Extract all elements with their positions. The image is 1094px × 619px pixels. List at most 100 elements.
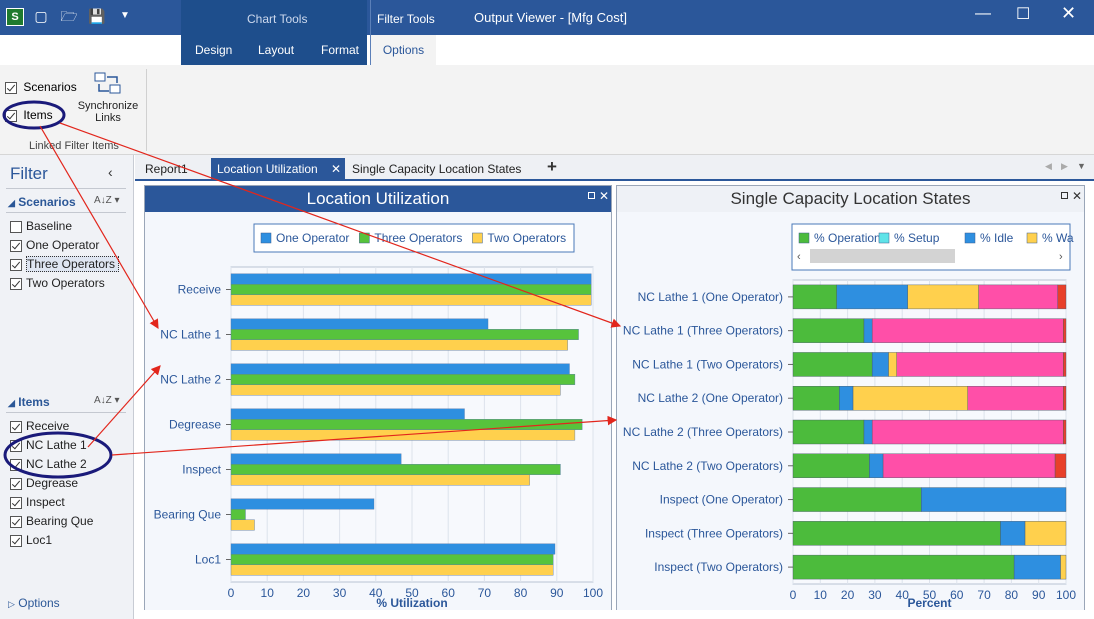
legend-label: Two Operators (487, 231, 566, 245)
customize-icon[interactable]: ▼ (116, 7, 134, 25)
y-tick-label: Inspect (Two Operators) (654, 560, 783, 574)
filter-item-5[interactable]: Bearing Que (10, 514, 93, 528)
x-tick-label: 80 (514, 586, 528, 600)
tabs-dropdown-icon[interactable]: ▼ (1077, 161, 1086, 171)
items-checkbox[interactable]: Items (5, 108, 53, 122)
filter-item-0[interactable]: Receive (10, 419, 69, 433)
scenarios-section-title: Scenarios (18, 195, 76, 209)
y-tick-label: Receive (178, 283, 222, 297)
maximize-button[interactable]: ☐ (1016, 4, 1030, 24)
stacked-bar-blocked (967, 386, 1064, 411)
checkbox-icon (10, 496, 22, 509)
items-check-icon (5, 109, 17, 122)
legend-label: % Operation (814, 231, 881, 245)
tab-options[interactable]: Options (371, 35, 436, 66)
tab-file[interactable]: File (20, 43, 39, 57)
synchronize-links-button[interactable]: Synchronize Links (76, 71, 140, 124)
bar-two-operators (230, 294, 592, 306)
filter-item-label: NC Lathe 2 (26, 457, 87, 471)
collapse-arrow-icon: ◢ (8, 398, 15, 408)
scenario-item-1[interactable]: One Operator (10, 238, 99, 252)
scenarios-section[interactable]: ◢ Scenarios (8, 195, 76, 209)
filter-item-3[interactable]: Degrease (10, 476, 78, 490)
bar-three-operators (230, 419, 583, 430)
legend-swatch (472, 232, 483, 244)
tab-report1[interactable]: Report1 (139, 158, 194, 181)
filter-item-label: Receive (26, 419, 70, 433)
y-tick-label: NC Lathe 1 (160, 328, 221, 342)
items-section-title: Items (18, 395, 50, 409)
collapse-panel-icon[interactable]: ‹ (108, 164, 113, 180)
bar-one-operator (230, 498, 375, 510)
stacked-bar-operation (792, 554, 1015, 580)
open-icon[interactable]: 🗁 (60, 7, 78, 25)
scroll-tabs-left-icon[interactable]: ◀ (1045, 161, 1052, 172)
tab-single-capacity-location-states[interactable]: Single Capacity Location States (346, 158, 527, 181)
location-states-panel: Single Capacity Location States ✕ % Oper… (616, 185, 1085, 610)
location-states-title: Single Capacity Location States (617, 186, 1084, 212)
scroll-tabs-right-icon[interactable]: ▶ (1061, 161, 1068, 172)
stacked-bar-down (1057, 284, 1067, 310)
stacked-bar-idle (1000, 521, 1026, 546)
x-tick-label: 70 (977, 588, 991, 602)
checkbox-icon (10, 258, 22, 271)
scenarios-checkbox[interactable]: Scenarios (5, 80, 77, 94)
close-tab-icon[interactable]: ✕ (331, 158, 341, 180)
y-tick-label: NC Lathe 1 (Two Operators) (632, 357, 783, 371)
items-section[interactable]: ◢ Items (8, 395, 50, 409)
chart-tools-label: Chart Tools (247, 12, 308, 26)
scenario-item-0[interactable]: Baseline (10, 219, 72, 233)
collapse-arrow-icon: ◢ (8, 198, 15, 208)
bar-two-operators (230, 564, 554, 576)
add-tab-icon[interactable]: + (547, 157, 557, 177)
x-tick-label: 100 (583, 586, 603, 600)
tab-layout[interactable]: Layout (258, 43, 294, 57)
checkbox-icon (10, 439, 22, 452)
close-button[interactable]: ✕ (1061, 3, 1076, 24)
bar-one-operator (230, 408, 465, 420)
filter-item-1[interactable]: NC Lathe 1 (10, 438, 87, 452)
filter-item-4[interactable]: Inspect (10, 495, 65, 509)
options-section[interactable]: ▷ Options (8, 596, 60, 610)
collapse-ribbon-icon[interactable]: ⌃ (1042, 40, 1054, 57)
tab-location-utilization[interactable]: Location Utilization ✕ (211, 158, 345, 181)
tab-charts[interactable]: Charts (73, 43, 108, 57)
legend-swatch (1026, 232, 1038, 244)
filter-item-6[interactable]: Loc1 (10, 533, 52, 547)
filter-title: Filter (10, 164, 48, 183)
new-icon[interactable]: ▢ (32, 7, 50, 25)
ribbon: Scenarios Items Synchronize Links Linked… (0, 65, 1094, 155)
filter-item-2[interactable]: NC Lathe 2 (10, 457, 87, 471)
legend-swatch (964, 232, 976, 244)
tab-format[interactable]: Format (321, 43, 359, 57)
panel-close-icon[interactable]: ✕ (599, 189, 609, 203)
scenario-item-2[interactable]: Three Operators (10, 256, 120, 272)
legend-label: % Wa (1042, 231, 1074, 245)
tab-report1-label: Report1 (145, 162, 188, 176)
minimize-button[interactable]: — (975, 5, 991, 23)
y-tick-label: Degrease (169, 418, 221, 432)
tab-export[interactable]: Export (133, 43, 168, 57)
x-tick-label: 0 (228, 586, 235, 600)
title-bar: S ▢ 🗁 💾 ▼ Output Viewer - [Mfg Cost] — ☐… (0, 0, 1094, 35)
items-divider (6, 412, 126, 413)
y-tick-label: NC Lathe 2 (Three Operators) (623, 425, 783, 439)
sort-filter-icon[interactable]: A↓Z ▾ (94, 395, 120, 406)
bar-one-operator (230, 453, 402, 465)
sort-filter-icon[interactable]: A↓Z ▾ (94, 195, 120, 206)
location-utilization-chart: One Operator Three Operators Two Operators… (145, 212, 611, 610)
panel-close-icon[interactable]: ✕ (1072, 189, 1082, 203)
panel-restore-icon[interactable] (588, 192, 595, 199)
legend-label: One Operator (276, 231, 349, 245)
stacked-bar-blocked (882, 453, 1056, 478)
x-tick-label: 100 (1056, 588, 1076, 602)
panel-restore-icon[interactable] (1061, 192, 1068, 199)
save-icon[interactable]: 💾 (88, 7, 106, 25)
help-icon[interactable]: ? (1070, 41, 1085, 56)
window-title: Output Viewer - [Mfg Cost] (474, 10, 627, 25)
stacked-bar-idle (1013, 554, 1061, 580)
checkbox-icon (10, 534, 22, 547)
tab-design[interactable]: Design (195, 43, 232, 57)
scenario-item-3[interactable]: Two Operators (10, 276, 105, 290)
synchronize-links-label: Synchronize Links (77, 100, 139, 124)
